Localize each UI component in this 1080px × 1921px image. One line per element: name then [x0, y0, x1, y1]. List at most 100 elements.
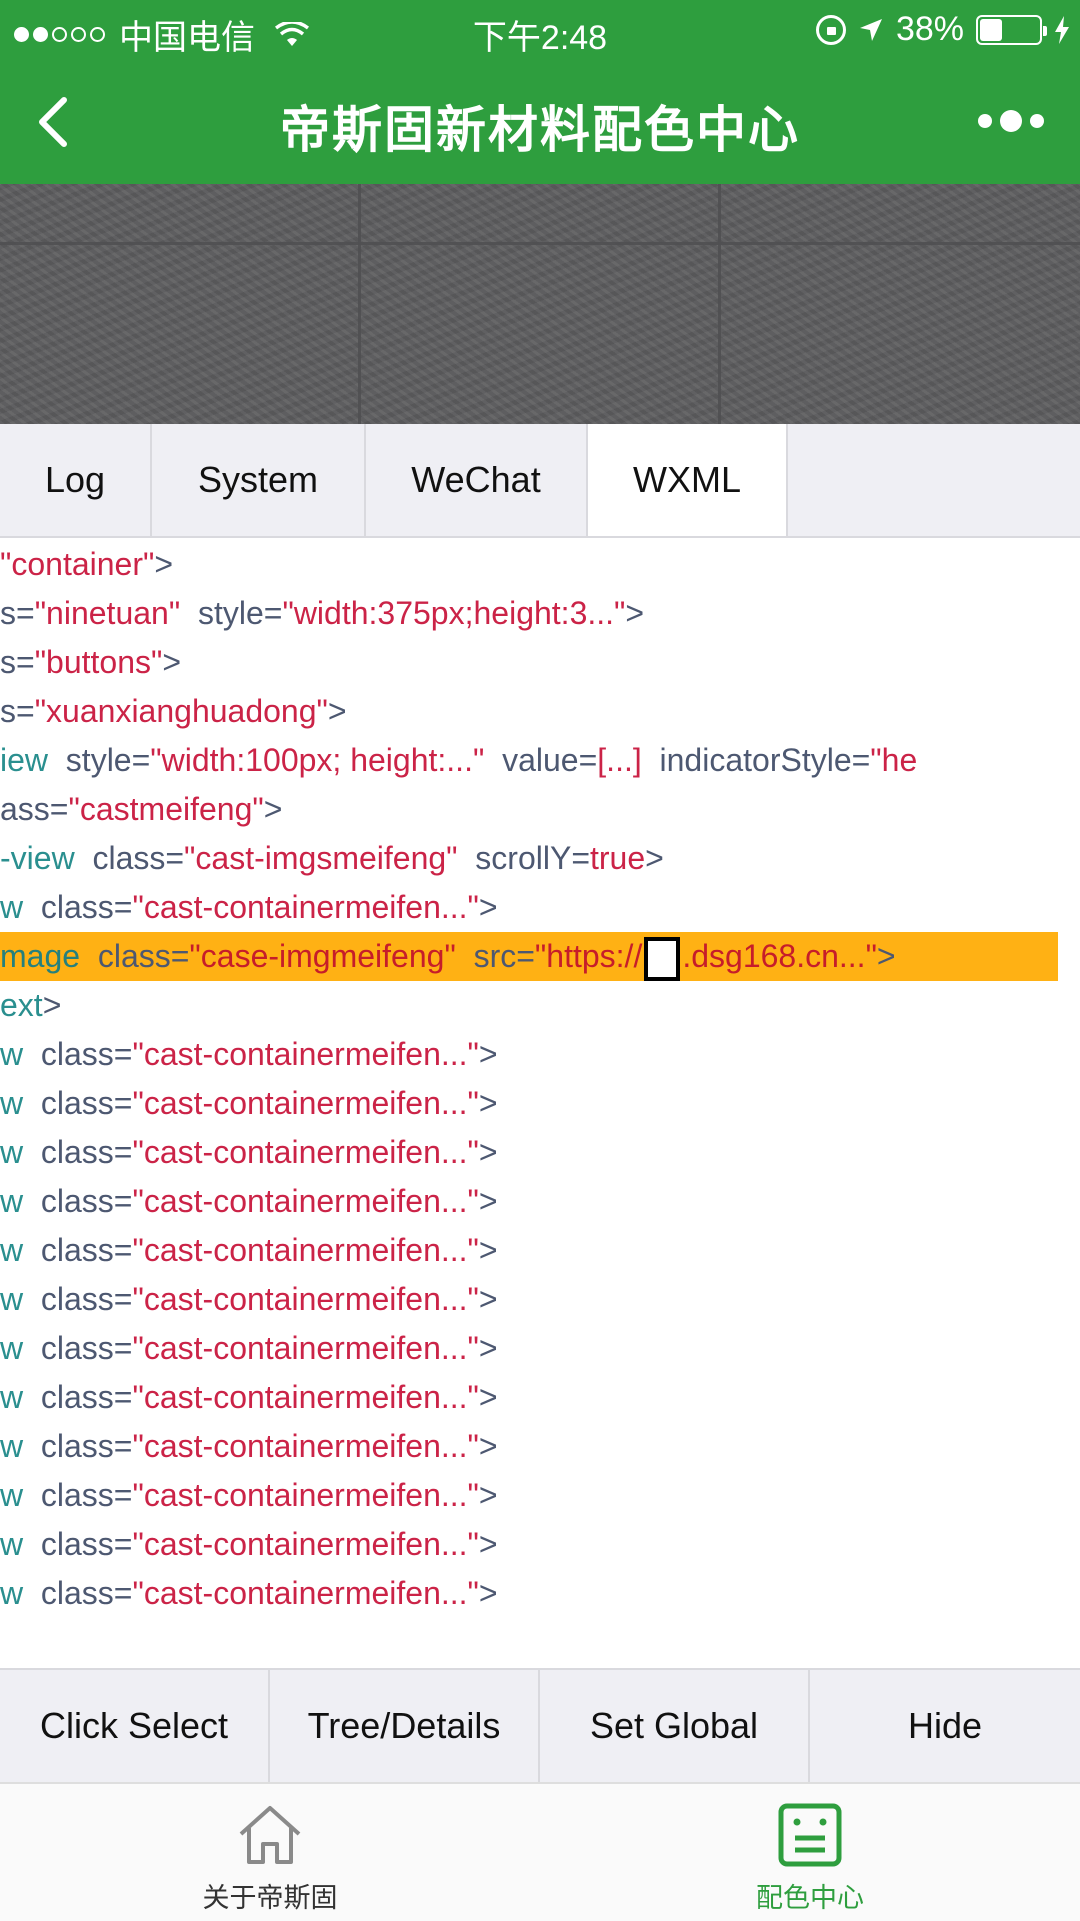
- tab-log[interactable]: Log: [0, 424, 152, 536]
- wxml-node[interactable]: w class="cast-containermeifen...">: [0, 1226, 1080, 1275]
- wxml-node-selected[interactable]: mage class="case-imgmeifeng" src="https:…: [0, 932, 1058, 981]
- wxml-token-p: >: [478, 1526, 498, 1562]
- wxml-token-val: "cast-containermeifen...": [132, 1477, 479, 1513]
- wxml-node[interactable]: ext>: [0, 981, 1080, 1030]
- wxml-token-p: >: [327, 693, 347, 729]
- wxml-node[interactable]: s="xuanxianghuadong">: [0, 687, 1080, 736]
- wxml-node[interactable]: w class="cast-containermeifen...">: [0, 1569, 1080, 1618]
- wxml-token-val: "cast-containermeifen...": [132, 1232, 479, 1268]
- wxml-token-p: >: [478, 1575, 498, 1611]
- wxml-token-tag: w: [0, 1428, 24, 1464]
- wxml-node[interactable]: w class="cast-containermeifen...">: [0, 1079, 1080, 1128]
- wxml-token-p: >: [478, 1085, 498, 1121]
- wxml-token-p: >: [645, 840, 664, 876]
- wxml-token-tag: w: [0, 889, 24, 925]
- wxml-node[interactable]: s="ninetuan" style="width:375px;height:3…: [0, 589, 1080, 638]
- wxml-node[interactable]: w class="cast-containermeifen...">: [0, 1471, 1080, 1520]
- wxml-token-attr: ass=: [0, 791, 69, 827]
- wxml-token-val: "cast-containermeifen...": [132, 1281, 479, 1317]
- wxml-token-tag: w: [0, 1575, 24, 1611]
- wxml-node[interactable]: -view class="cast-imgsmeifeng" scrollY=t…: [0, 834, 1080, 883]
- wxml-token-p: >: [478, 1428, 498, 1464]
- wxml-token-val: "cast-containermeifen...": [132, 1085, 479, 1121]
- wxml-token-tag: w: [0, 1477, 24, 1513]
- wxml-token-tag: w: [0, 1085, 24, 1121]
- tab-system[interactable]: System: [152, 424, 366, 536]
- wxml-token-val: "https://: [534, 938, 643, 974]
- tab-wechat[interactable]: WeChat: [366, 424, 588, 536]
- wxml-token-attr: style=: [48, 742, 151, 778]
- tabbar-label: 关于帝斯固: [202, 1883, 338, 1913]
- wxml-node[interactable]: ass="castmeifeng">: [0, 785, 1080, 834]
- wxml-token-val: "cast-containermeifen...": [132, 1036, 479, 1072]
- wxml-token-val: "castmeifeng": [68, 791, 264, 827]
- wxml-token-attr: class=: [23, 1085, 133, 1121]
- wxml-node[interactable]: w class="cast-containermeifen...">: [0, 1275, 1080, 1324]
- wxml-token-attr: class=: [23, 1183, 133, 1219]
- wxml-token-val: "cast-containermeifen...": [132, 1575, 479, 1611]
- battery-icon: [976, 14, 1047, 45]
- top-bar: 中国电信 下午2:48 38% 帝斯固新材料配色中心: [0, 0, 1080, 184]
- wxml-token-val: "cast-containermeifen...": [132, 1134, 479, 1170]
- wxml-node[interactable]: w class="cast-containermeifen...">: [0, 1520, 1080, 1569]
- wxml-token-val: "cast-containermeifen...": [132, 1526, 479, 1562]
- redacted-box: [644, 936, 681, 981]
- wxml-token-val: true: [590, 840, 646, 876]
- wxml-token-val: "cast-containermeifen...": [132, 1330, 479, 1366]
- wxml-token-val: "ninetuan": [34, 595, 181, 631]
- wxml-token-tag: w: [0, 1281, 24, 1317]
- wxml-node[interactable]: w class="cast-containermeifen...">: [0, 1030, 1080, 1079]
- wxml-token-tag: ext: [0, 987, 43, 1023]
- more-dots-icon[interactable]: [978, 110, 1044, 132]
- wxml-token-attr: class=: [23, 1281, 133, 1317]
- status-right: 38%: [815, 10, 1070, 49]
- wxml-token-val: "cast-containermeifen...": [132, 1183, 479, 1219]
- wxml-token-p: >: [625, 595, 645, 631]
- wxml-node[interactable]: iew style="width:100px; height:..." valu…: [0, 736, 1080, 785]
- wxml-token-p: >: [478, 1036, 498, 1072]
- navigation-bar: 帝斯固新材料配色中心: [0, 60, 1080, 184]
- wxml-token-attr: class=: [74, 840, 185, 876]
- wxml-token-val: .dsg168.cn...": [682, 938, 877, 974]
- tabbar-item-color-center[interactable]: 配色中心: [680, 1784, 940, 1921]
- wxml-token-attr: class=: [23, 1330, 133, 1366]
- wxml-token-p: >: [478, 1281, 498, 1317]
- wxml-token-attr: s=: [0, 595, 35, 631]
- wxml-token-attr: class=: [80, 938, 190, 974]
- wxml-node[interactable]: w class="cast-containermeifen...">: [0, 1177, 1080, 1226]
- bottom-tab-bar: 关于帝斯固 配色中心: [0, 1782, 1080, 1921]
- wxml-token-attr: class=: [23, 889, 133, 925]
- wxml-token-attr: class=: [23, 1428, 133, 1464]
- wxml-toolbar: Click Select Tree/Details Set Global Hid…: [0, 1668, 1080, 1782]
- wxml-token-p: >: [162, 644, 182, 680]
- wxml-token-val: "width:100px; height:...": [150, 742, 485, 778]
- wxml-token-tag: mage: [0, 938, 81, 974]
- page-title: 帝斯固新材料配色中心: [280, 102, 800, 158]
- wxml-token-tag: w: [0, 1036, 24, 1072]
- tab-wxml[interactable]: WXML: [588, 424, 788, 536]
- wxml-node[interactable]: w class="cast-containermeifen...">: [0, 1373, 1080, 1422]
- wxml-node[interactable]: w class="cast-containermeifen...">: [0, 1422, 1080, 1471]
- hide-button[interactable]: Hide: [810, 1670, 1080, 1782]
- wxml-node[interactable]: "container">: [0, 540, 1080, 589]
- wxml-token-p: >: [478, 1379, 498, 1415]
- tabbar-label: 配色中心: [756, 1883, 864, 1913]
- wxml-node[interactable]: w class="cast-containermeifen...">: [0, 1324, 1080, 1373]
- wxml-token-attr: scrollY=: [457, 840, 590, 876]
- wxml-token-attr: class=: [23, 1134, 133, 1170]
- wxml-token-tag: w: [0, 1232, 24, 1268]
- wxml-node[interactable]: w class="cast-containermeifen...">: [0, 1128, 1080, 1177]
- wxml-token-p: >: [478, 889, 498, 925]
- wxml-node[interactable]: w class="cast-containermeifen...">: [0, 883, 1080, 932]
- tabbar-item-about[interactable]: 关于帝斯固: [140, 1784, 400, 1921]
- rotation-lock-icon: [815, 14, 846, 45]
- wxml-node[interactable]: s="buttons">: [0, 638, 1080, 687]
- wxml-token-tag: w: [0, 1526, 24, 1562]
- wxml-token-attr: src=: [455, 938, 535, 974]
- tree-details-button[interactable]: Tree/Details: [270, 1670, 540, 1782]
- wxml-tree-panel[interactable]: "container"> s="ninetuan" style="width:37…: [0, 538, 1080, 1668]
- wxml-token-attr: class=: [23, 1232, 133, 1268]
- battery-percent: 38%: [895, 10, 964, 48]
- click-select-button[interactable]: Click Select: [0, 1670, 270, 1782]
- set-global-button[interactable]: Set Global: [540, 1670, 810, 1782]
